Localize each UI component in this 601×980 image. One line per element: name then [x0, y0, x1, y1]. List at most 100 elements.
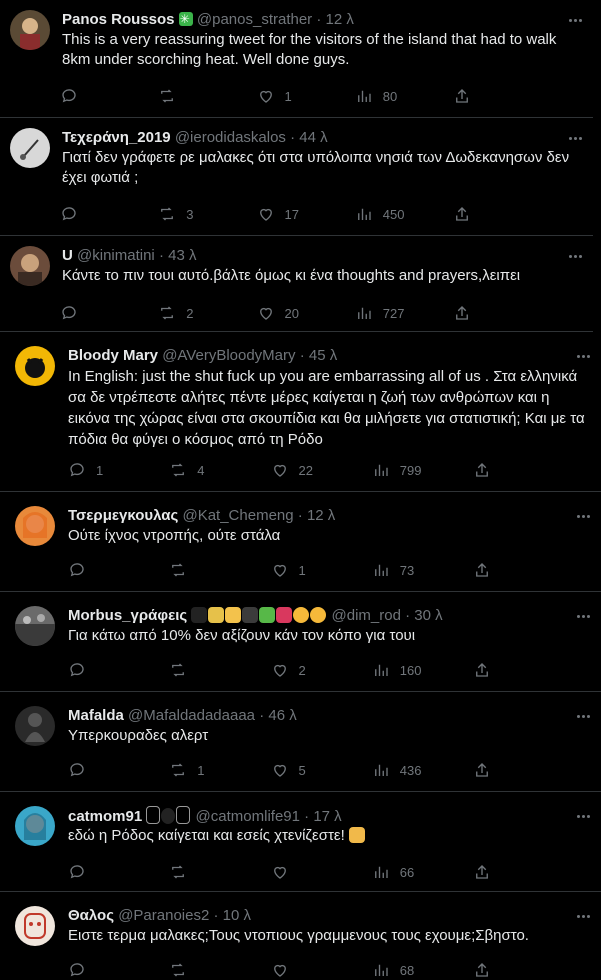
display-name[interactable]: Bloody Mary — [68, 347, 158, 364]
like-button[interactable]: 5 — [271, 760, 372, 780]
retweet-button[interactable]: 2 — [158, 303, 256, 323]
avatar[interactable] — [15, 346, 55, 386]
tweet[interactable]: Bloody Mary @AVeryBloodyMary · 45 λ In E… — [0, 332, 601, 492]
share-button[interactable] — [453, 303, 483, 323]
views-button[interactable]: 799 — [372, 460, 473, 480]
views-button[interactable]: 727 — [355, 303, 453, 323]
share-button[interactable] — [473, 460, 503, 480]
user-handle[interactable]: @AVeryBloodyMary — [162, 347, 295, 364]
views-button[interactable]: 450 — [355, 204, 453, 224]
retweet-button[interactable] — [169, 560, 270, 580]
retweet-button[interactable]: 3 — [158, 204, 256, 224]
share-button[interactable] — [453, 86, 483, 106]
timestamp[interactable]: 43 λ — [168, 247, 196, 264]
user-handle[interactable]: @dim_rod — [332, 607, 401, 624]
reply-button[interactable] — [68, 560, 169, 580]
retweet-button[interactable]: 1 — [169, 760, 270, 780]
tweet[interactable]: U @kinimatini · 43 λ Κάντε το πιν τουι α… — [0, 236, 593, 332]
avatar[interactable] — [15, 706, 55, 746]
retweet-button[interactable] — [169, 960, 270, 980]
share-button[interactable] — [453, 204, 483, 224]
user-handle[interactable]: @ierodidaskalos — [175, 129, 286, 146]
more-options-icon[interactable] — [565, 248, 585, 264]
more-options-icon[interactable] — [573, 808, 593, 824]
tweet[interactable]: Mafalda @Mafaldadadaaaa · 46 λ Υπερκουρα… — [0, 692, 601, 792]
more-options-icon[interactable] — [573, 348, 593, 364]
reply-button[interactable]: 1 — [68, 460, 169, 480]
display-name[interactable]: Θαλος — [68, 907, 114, 924]
avatar[interactable] — [10, 128, 50, 168]
user-handle[interactable]: @kinimatini — [77, 247, 155, 264]
retweet-button[interactable] — [169, 862, 270, 882]
views-button[interactable]: 66 — [372, 862, 473, 882]
like-button[interactable]: 1 — [257, 86, 355, 106]
tweet[interactable]: Morbus_γράφεις @dim_rod · 30 λ Για κάτω … — [0, 592, 601, 692]
views-button[interactable]: 436 — [372, 760, 473, 780]
user-handle[interactable]: @Paranoies2 — [118, 907, 209, 924]
scrollbar[interactable] — [593, 0, 601, 330]
retweet-button[interactable] — [169, 660, 270, 680]
avatar[interactable] — [15, 906, 55, 946]
display-name[interactable]: Τεχεράνη_2019 — [62, 129, 171, 146]
avatar[interactable] — [15, 506, 55, 546]
avatar[interactable] — [10, 246, 50, 286]
share-button[interactable] — [473, 862, 503, 882]
timestamp[interactable]: 12 λ — [307, 507, 335, 524]
timestamp[interactable]: 17 λ — [313, 808, 341, 825]
user-handle[interactable]: @Kat_Chemeng — [182, 507, 293, 524]
views-button[interactable]: 73 — [372, 560, 473, 580]
more-options-icon[interactable] — [565, 130, 585, 146]
share-button[interactable] — [473, 760, 503, 780]
display-name[interactable]: catmom91 — [68, 808, 142, 825]
more-options-icon[interactable] — [573, 708, 593, 724]
display-name[interactable]: Panos Roussos — [62, 11, 175, 28]
more-options-icon[interactable] — [573, 908, 593, 924]
display-name[interactable]: Τσερμεγκουλας — [68, 507, 178, 524]
tweet[interactable]: catmom91 @catmomlife91 · 17 λ εδώ η Ρόδο… — [0, 792, 601, 892]
timestamp[interactable]: 10 λ — [223, 907, 251, 924]
reply-button[interactable] — [68, 760, 169, 780]
like-button[interactable]: 17 — [257, 204, 355, 224]
views-button[interactable]: 80 — [355, 86, 453, 106]
avatar[interactable] — [15, 606, 55, 646]
like-button[interactable] — [271, 862, 372, 882]
reply-button[interactable] — [60, 86, 158, 106]
retweet-button[interactable]: 4 — [169, 460, 270, 480]
like-button[interactable]: 1 — [271, 560, 372, 580]
like-button[interactable] — [271, 960, 372, 980]
reply-button[interactable] — [68, 660, 169, 680]
retweet-button[interactable] — [158, 86, 256, 106]
avatar[interactable] — [10, 10, 50, 50]
reply-button[interactable] — [68, 960, 169, 980]
timestamp[interactable]: 44 λ — [299, 129, 327, 146]
views-button[interactable]: 160 — [372, 660, 473, 680]
more-options-icon[interactable] — [573, 608, 593, 624]
more-options-icon[interactable] — [565, 12, 585, 28]
user-handle[interactable]: @panos_strather — [197, 11, 312, 28]
tweet[interactable]: Τεχεράνη_2019 @ierodidaskalos · 44 λ Για… — [0, 118, 593, 236]
timestamp[interactable]: 12 λ — [326, 11, 354, 28]
tweet[interactable]: Τσερμεγκουλας @Kat_Chemeng · 12 λ Ούτε ί… — [0, 492, 601, 592]
share-button[interactable] — [473, 960, 503, 980]
user-handle[interactable]: @Mafaldadadaaaa — [128, 707, 255, 724]
timestamp[interactable]: 30 λ — [414, 607, 442, 624]
timestamp[interactable]: 45 λ — [309, 347, 337, 364]
reply-button[interactable] — [60, 303, 158, 323]
like-button[interactable]: 20 — [257, 303, 355, 323]
user-handle[interactable]: @catmomlife91 — [196, 808, 300, 825]
like-button[interactable]: 22 — [271, 460, 372, 480]
reply-button[interactable] — [68, 862, 169, 882]
like-button[interactable]: 2 — [271, 660, 372, 680]
tweet[interactable]: Θαλος @Paranoies2 · 10 λ Ειστε τερμα μαλ… — [0, 892, 601, 978]
display-name[interactable]: Mafalda — [68, 707, 124, 724]
tweet[interactable]: Panos Roussos @panos_strather · 12 λ Thi… — [0, 0, 593, 118]
timestamp[interactable]: 46 λ — [268, 707, 296, 724]
share-button[interactable] — [473, 660, 503, 680]
display-name[interactable]: Morbus_γράφεις — [68, 607, 187, 624]
more-options-icon[interactable] — [573, 508, 593, 524]
views-button[interactable]: 68 — [372, 960, 473, 980]
share-button[interactable] — [473, 560, 503, 580]
reply-button[interactable] — [60, 204, 158, 224]
display-name[interactable]: U — [62, 247, 73, 264]
avatar[interactable] — [15, 806, 55, 846]
